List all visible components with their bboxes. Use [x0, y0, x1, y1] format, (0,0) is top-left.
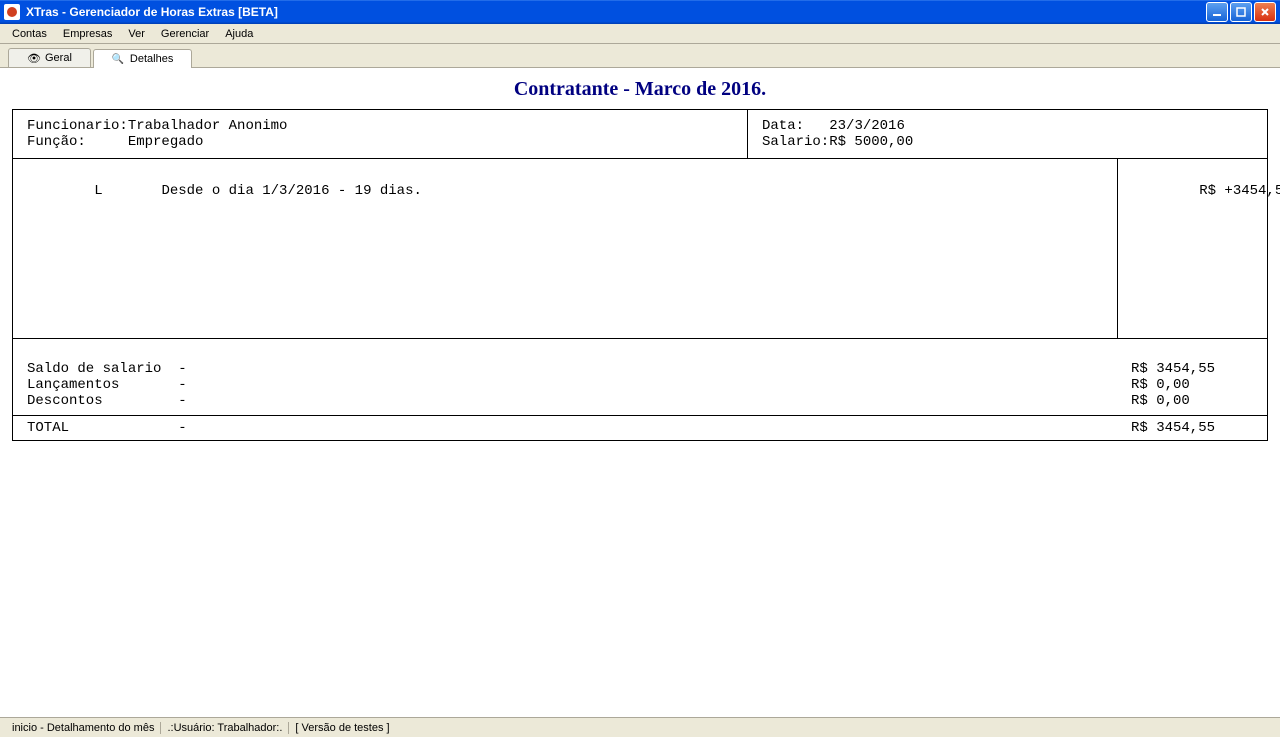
content-area: Contratante - Marco de 2016. Funcionario…	[0, 68, 1280, 717]
saldo-label: Saldo de salario -	[27, 361, 187, 377]
lancamentos-label: Lançamentos -	[27, 377, 187, 393]
total-label: TOTAL -	[27, 420, 187, 436]
tabbar: Geral Detalhes	[0, 44, 1280, 68]
eye-icon	[27, 52, 39, 64]
report-header: Funcionario:Trabalhador Anonimo Função: …	[13, 110, 1267, 159]
magnifier-icon	[112, 53, 124, 65]
report-title: Contratante - Marco de 2016.	[12, 78, 1268, 101]
line-amount: R$ +3454,55	[1199, 183, 1280, 199]
menu-gerenciar[interactable]: Gerenciar	[153, 26, 217, 42]
data-row: Data: 23/3/2016	[762, 118, 1253, 134]
funcionario-row: Funcionario:Trabalhador Anonimo	[27, 118, 733, 134]
status-panel-1: inicio - Detalhamento do mês	[6, 722, 161, 734]
window-controls	[1206, 2, 1276, 22]
tab-detalhes-label: Detalhes	[130, 53, 173, 65]
menu-ajuda[interactable]: Ajuda	[217, 26, 261, 42]
tab-detalhes[interactable]: Detalhes	[93, 49, 192, 68]
report-body: L Desde o dia 1/3/2016 - 19 dias. R$ +34…	[13, 159, 1267, 339]
lancamentos-value: R$ 0,00	[1131, 377, 1190, 393]
status-panel-3: [ Versão de testes ]	[289, 722, 395, 734]
menu-contas[interactable]: Contas	[4, 26, 55, 42]
line-code: L	[94, 183, 102, 199]
window-title: XTras - Gerenciador de Horas Extras [BET…	[26, 5, 1206, 19]
minimize-button[interactable]	[1206, 2, 1228, 22]
tab-geral-label: Geral	[45, 52, 72, 64]
descontos-label: Descontos -	[27, 393, 187, 409]
salario-row: Salario:R$ 5000,00	[762, 134, 1253, 150]
report-box: Funcionario:Trabalhador Anonimo Função: …	[12, 109, 1268, 441]
menu-ver[interactable]: Ver	[120, 26, 153, 42]
total-value: R$ 3454,55	[1131, 420, 1215, 436]
menu-empresas[interactable]: Empresas	[55, 26, 121, 42]
close-button[interactable]	[1254, 2, 1276, 22]
titlebar[interactable]: XTras - Gerenciador de Horas Extras [BET…	[0, 0, 1280, 24]
statusbar: inicio - Detalhamento do mês .:Usuário: …	[0, 717, 1280, 737]
tab-geral[interactable]: Geral	[8, 48, 91, 67]
report-summary: Saldo de salario - Lançamentos - Descont…	[13, 339, 1267, 416]
descontos-value: R$ 0,00	[1131, 393, 1190, 409]
menubar: Contas Empresas Ver Gerenciar Ajuda	[0, 24, 1280, 44]
app-icon	[4, 4, 20, 20]
maximize-button[interactable]	[1230, 2, 1252, 22]
saldo-value: R$ 3454,55	[1131, 361, 1215, 377]
status-panel-2: .:Usuário: Trabalhador:.	[161, 722, 289, 734]
funcao-row: Função: Empregado	[27, 134, 733, 150]
line-text: Desde o dia 1/3/2016 - 19 dias.	[161, 183, 421, 199]
report-total: TOTAL - R$ 3454,55	[13, 416, 1267, 440]
